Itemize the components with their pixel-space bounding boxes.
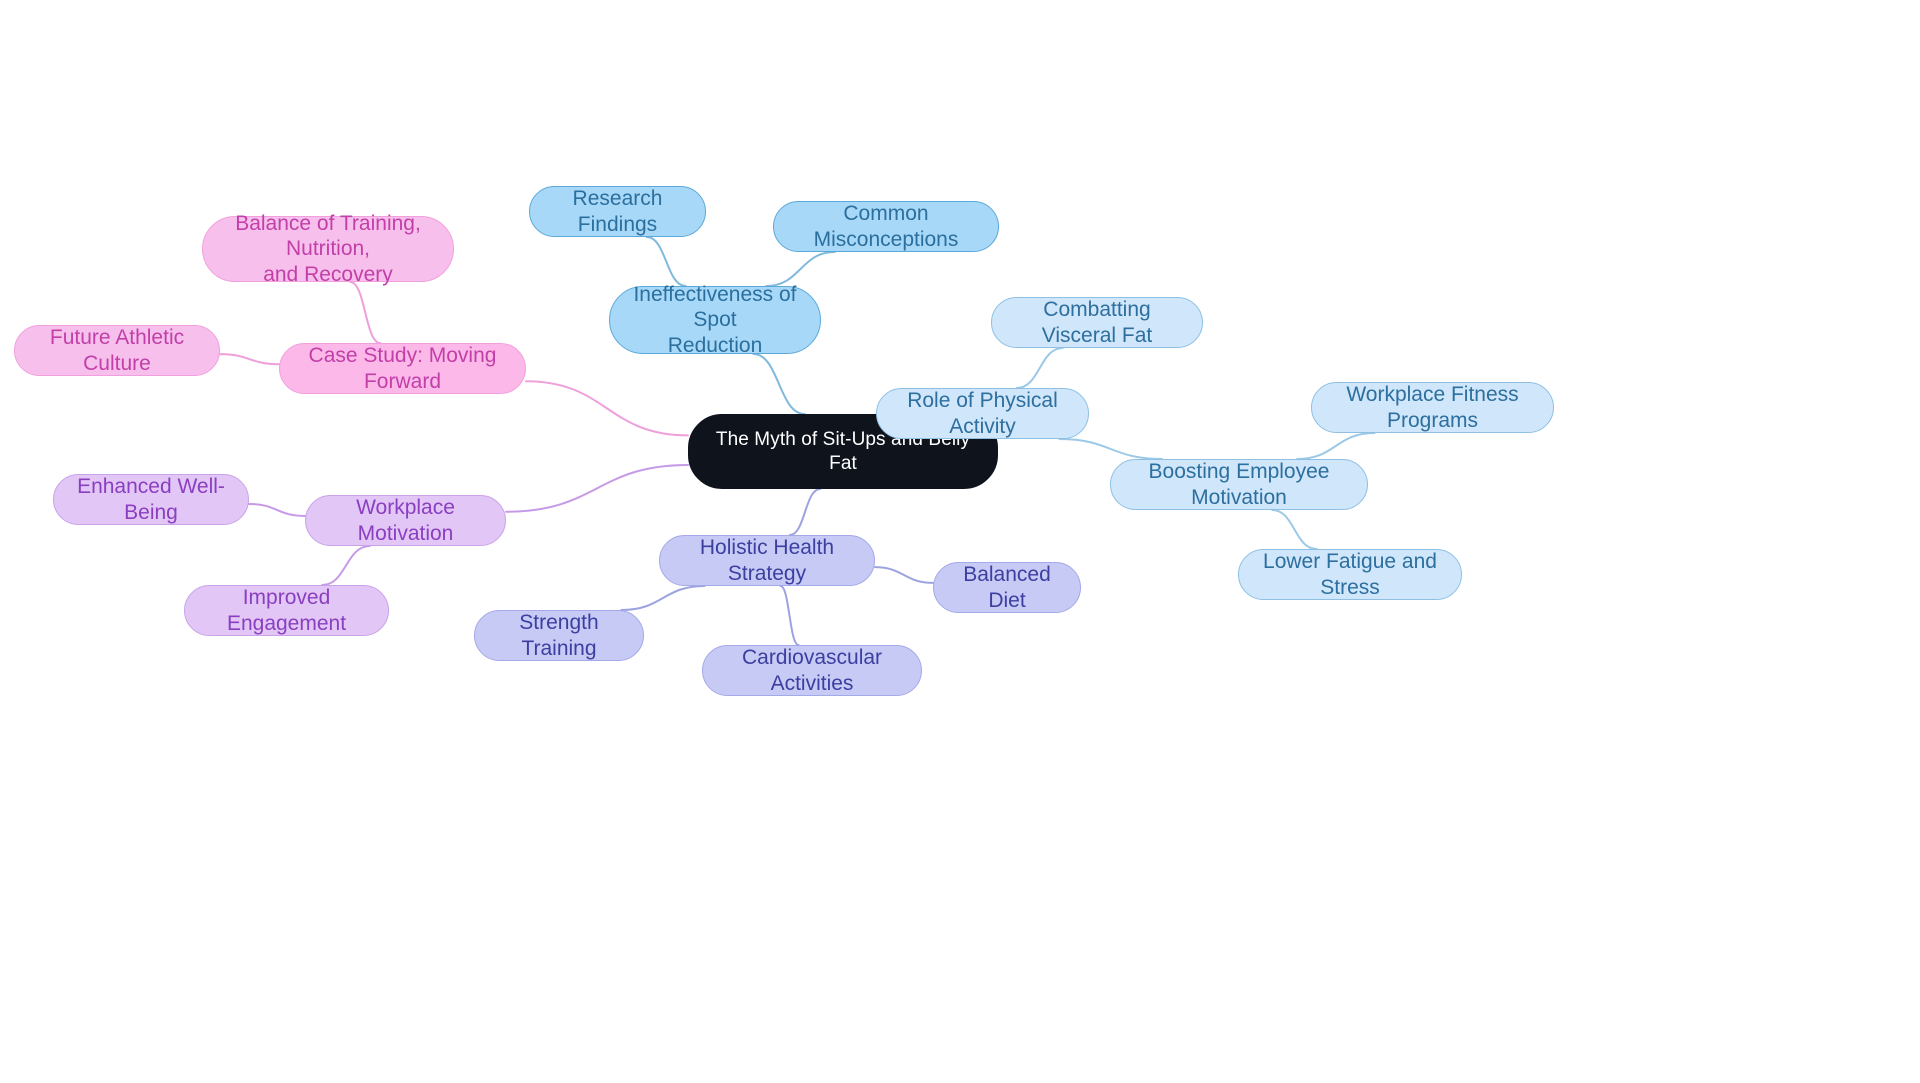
mindmap-node-l6a[interactable]: Balance of Training, Nutrition, and Reco… — [202, 212, 454, 286]
mindmap-node-b2[interactable]: Role of Physical Activity — [876, 388, 1089, 439]
mindmap-edges — [219, 236, 1376, 646]
mindmap-edge-b2-l2a — [1015, 347, 1064, 389]
node-label: Holistic Health Strategy — [699, 535, 835, 585]
mindmap-node-l4b[interactable]: Strength Training — [474, 610, 644, 661]
mindmap-edge-root-b6 — [525, 380, 689, 437]
mindmap-canvas: The Myth of Sit-Ups and Belly Fat Ineffec… — [0, 0, 1920, 1083]
mindmap-node-b1[interactable]: Ineffectiveness of Spot Reduction — [609, 283, 821, 357]
node-label: Workplace Motivation — [356, 495, 455, 545]
node-label: Balance of Training, Nutrition, and Reco… — [235, 211, 421, 286]
mindmap-edge-b5-l5a — [248, 502, 306, 517]
node-label: Lower Fatigue and Stress — [1263, 549, 1437, 599]
mindmap-edge-root-b4 — [788, 488, 822, 536]
mindmap-node-l3b[interactable]: Lower Fatigue and Stress — [1238, 549, 1462, 600]
mindmap-edge-b2-b3 — [1058, 438, 1164, 460]
node-label: Research Findings — [572, 186, 663, 236]
mindmap-edge-b3-l3b — [1271, 509, 1318, 550]
mindmap-edge-b1-l1a — [645, 236, 687, 287]
node-label: Boosting Employee Motivation — [1148, 459, 1330, 509]
node-label: Workplace Fitness Programs — [1346, 382, 1519, 432]
mindmap-edge-b4-l4c — [779, 585, 800, 646]
node-label: Enhanced Well-Being — [77, 474, 225, 524]
mindmap-edge-b3-l3a — [1296, 432, 1376, 460]
mindmap-node-l4a[interactable]: Balanced Diet — [933, 562, 1081, 613]
mindmap-edge-b6-l6a — [349, 281, 382, 344]
node-label: Future Athletic Culture — [49, 325, 185, 375]
mindmap-edge-root-b1 — [752, 353, 806, 415]
node-label: Case Study: Moving Forward — [308, 343, 497, 393]
node-label: Strength Training — [519, 610, 599, 660]
mindmap-node-b3[interactable]: Boosting Employee Motivation — [1110, 459, 1368, 510]
mindmap-edge-b5-l5b — [321, 545, 371, 586]
mindmap-edge-b4-l4b — [620, 585, 706, 611]
node-label: Combatting Visceral Fat — [1041, 297, 1153, 347]
node-label: Role of Physical Activity — [907, 388, 1058, 438]
mindmap-node-l4c[interactable]: Cardiovascular Activities — [702, 645, 922, 696]
mindmap-node-l1a[interactable]: Research Findings — [529, 186, 706, 237]
mindmap-node-b5[interactable]: Workplace Motivation — [305, 495, 506, 546]
mindmap-node-l1b[interactable]: Common Misconceptions — [773, 201, 999, 252]
mindmap-node-b6[interactable]: Case Study: Moving Forward — [279, 343, 526, 394]
node-label: Cardiovascular Activities — [741, 645, 883, 695]
node-label: Balanced Diet — [963, 562, 1051, 612]
mindmap-edge-b6-l6b — [219, 353, 280, 366]
mindmap-node-l2a[interactable]: Combatting Visceral Fat — [991, 297, 1203, 348]
mindmap-edge-root-b5 — [505, 463, 689, 513]
node-label: Improved Engagement — [226, 585, 347, 635]
mindmap-node-l5b[interactable]: Improved Engagement — [184, 585, 389, 636]
node-label: Common Misconceptions — [813, 201, 959, 251]
mindmap-node-l5a[interactable]: Enhanced Well-Being — [53, 474, 249, 525]
mindmap-node-b4[interactable]: Holistic Health Strategy — [659, 535, 875, 586]
mindmap-node-l6b[interactable]: Future Athletic Culture — [14, 325, 220, 376]
node-label: Ineffectiveness of Spot Reduction — [633, 282, 797, 357]
mindmap-node-l3a[interactable]: Workplace Fitness Programs — [1311, 382, 1554, 433]
mindmap-edge-b4-l4a — [874, 566, 934, 584]
